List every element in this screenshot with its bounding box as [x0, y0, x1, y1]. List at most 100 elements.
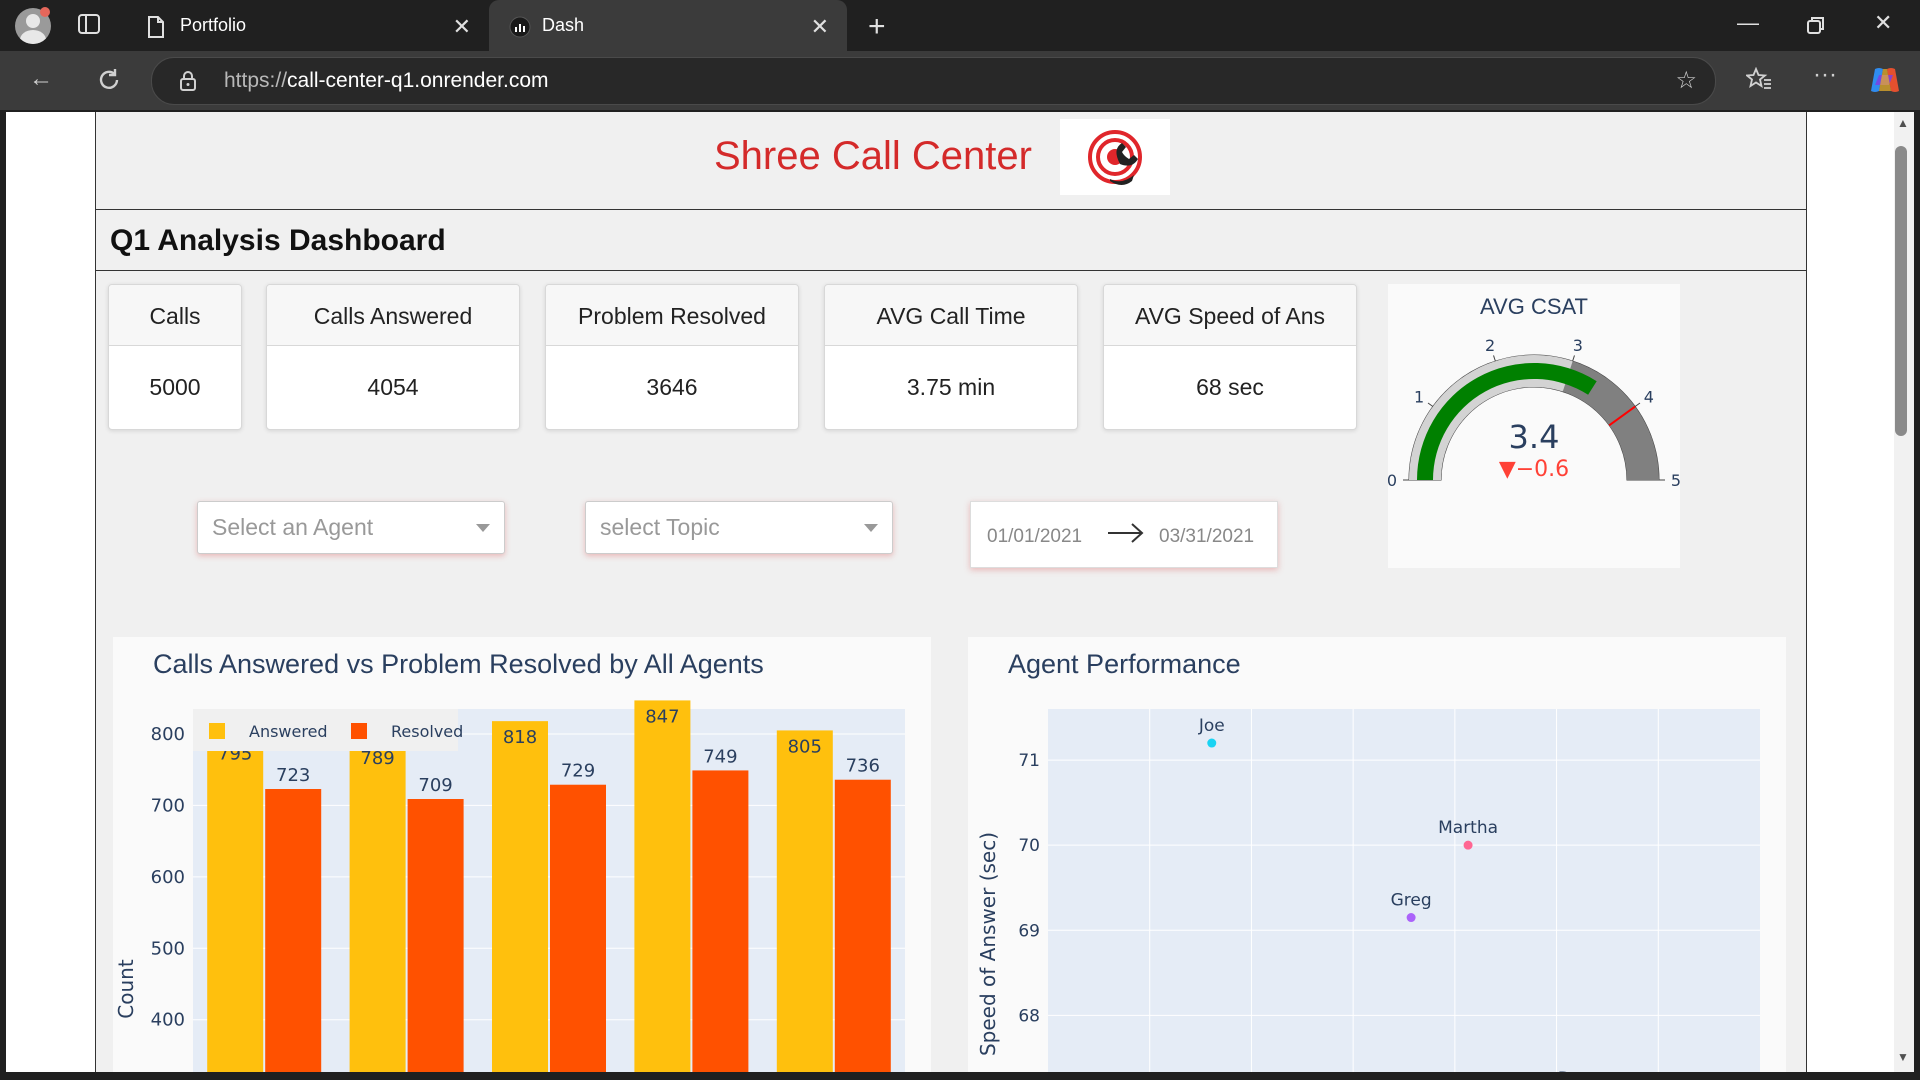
bar-resolved	[407, 799, 464, 1072]
dashboard-subtitle: Q1 Analysis Dashboard	[110, 224, 446, 257]
scatter-y-tick-label: 71	[1018, 751, 1040, 771]
kpi-value: 3.75 min	[906, 374, 996, 400]
kpi-label: Problem Resolved	[546, 285, 798, 346]
gauge-tick	[1427, 402, 1434, 407]
bar-data-label: 805	[788, 736, 822, 757]
scatter-chart-title: Agent Performance	[1008, 649, 1241, 679]
browser-address-bar: ← https://call-center-q1.onrender.com ☆ …	[0, 51, 1920, 110]
new-tab-plus-icon[interactable]: +	[868, 10, 886, 44]
kpi-label: Calls Answered	[267, 285, 519, 346]
minimize-icon[interactable]: —	[1737, 10, 1759, 36]
restore-icon[interactable]	[1807, 16, 1825, 34]
gauge-tick-label: 3	[1573, 336, 1583, 355]
document-icon	[148, 16, 164, 38]
gauge-tick	[1572, 355, 1575, 362]
kpi-value: 4054	[367, 374, 419, 400]
bar-resolved	[265, 789, 322, 1072]
scatter-y-tick-label: 70	[1018, 836, 1040, 856]
bar-legend-label[interactable]: Answered	[249, 722, 328, 741]
gauge-tick-label: 4	[1644, 388, 1654, 407]
profile-notification-dot	[40, 7, 50, 17]
bar-data-label: 723	[276, 765, 310, 786]
arrow-right-icon	[1108, 523, 1144, 543]
kpi-value: 68 sec	[1196, 374, 1264, 400]
bar-chart-title: Calls Answered vs Problem Resolved by Al…	[153, 649, 764, 679]
gauge-title: AVG CSAT	[1480, 294, 1588, 319]
tab-title: Dash	[542, 15, 585, 35]
close-icon[interactable]: ✕	[811, 14, 829, 40]
gauge-tick-label: 0	[1388, 471, 1397, 490]
favorites-icon[interactable]	[1746, 67, 1772, 91]
agent-dropdown-placeholder: Select an Agent	[212, 514, 374, 540]
gauge-tick-label: 1	[1414, 388, 1424, 407]
more-options-icon[interactable]: ···	[1813, 61, 1837, 89]
call-center-logo-icon	[1060, 119, 1170, 195]
bar-chart: 300400500600700800Count79578981884780572…	[114, 700, 905, 1072]
scatter-chart: 6768697071Speed of Answer (sec)JoeMartha…	[976, 709, 1760, 1072]
gauge-tick-label: 2	[1485, 336, 1495, 355]
bar-data-label: 847	[645, 706, 679, 727]
bar-data-label: 736	[846, 756, 880, 777]
subtitle-band: Q1 Analysis Dashboard	[96, 210, 1806, 271]
chevron-down-icon[interactable]	[476, 524, 490, 532]
close-icon[interactable]: ✕	[453, 14, 471, 40]
scroll-up-icon[interactable]: ▲	[1897, 116, 1909, 130]
bar-chart-card: Calls Answered vs Problem Resolved by Al…	[113, 637, 931, 1072]
bar-y-tick-label: 500	[151, 938, 185, 959]
bar-resolved	[692, 770, 749, 1072]
gauge-value: 3.4	[1509, 418, 1560, 456]
bar-answered	[492, 721, 548, 1072]
url-text: https://call-center-q1.onrender.com	[224, 69, 549, 92]
scatter-y-axis-label: Speed of Answer (sec)	[976, 832, 1000, 1056]
back-arrow-icon[interactable]: ←	[29, 65, 53, 93]
scatter-point-greg	[1406, 913, 1416, 923]
scroll-thumb[interactable]	[1895, 146, 1907, 436]
scatter-point-martha	[1463, 840, 1473, 850]
csat-gauge-card: AVG CSAT 0 1 2 3 4 5 3.4 ▼−0.6	[1387, 284, 1681, 568]
scroll-down-icon[interactable]: ▼	[1897, 1050, 1909, 1064]
window-close-icon[interactable]: ✕	[1874, 10, 1892, 36]
company-title: Shree Call Center	[714, 134, 1032, 178]
kpi-card-avg-call-time: AVG Call Time 3.75 min	[824, 284, 1078, 430]
bar-legend-label[interactable]: Resolved	[391, 722, 463, 741]
bar-y-tick-label: 600	[151, 867, 185, 888]
bar-answered	[349, 741, 406, 1072]
kpi-card-avg-speed-of-ans: AVG Speed of Ans 68 sec	[1103, 284, 1357, 430]
window-bottom-edge	[0, 1072, 1920, 1080]
kpi-card-problem-resolved: Problem Resolved 3646	[545, 284, 799, 430]
dashboard-container: Shree Call Center Q1 Analysis Dashboard …	[95, 112, 1807, 1072]
favorite-star-icon[interactable]: ☆	[1675, 66, 1697, 95]
scatter-point-label: Joe	[1198, 716, 1225, 736]
bar-data-label: 818	[503, 727, 537, 748]
page-viewport: Shree Call Center Q1 Analysis Dashboard …	[6, 112, 1894, 1072]
chevron-down-icon[interactable]	[864, 524, 878, 532]
scatter-y-tick-label: 69	[1018, 921, 1040, 941]
scatter-point-label: Martha	[1438, 818, 1498, 838]
url-bar[interactable]: https://call-center-q1.onrender.com ☆	[151, 57, 1716, 105]
tab-actions-icon[interactable]	[78, 14, 100, 34]
topic-dropdown[interactable]: select Topic	[585, 501, 893, 554]
bar-legend-swatch[interactable]	[209, 723, 225, 739]
gauge-tick	[1493, 355, 1496, 362]
gauge-delta: ▼−0.6	[1499, 457, 1569, 482]
scatter-y-tick-label: 68	[1018, 1006, 1040, 1026]
reload-icon[interactable]	[96, 67, 122, 93]
copilot-icon[interactable]	[1869, 65, 1901, 95]
start-date-input[interactable]: 01/01/2021	[987, 526, 1082, 548]
scatter-point-label: Greg	[1391, 891, 1432, 911]
page-scrollbar[interactable]: ▲ ▼	[1894, 112, 1914, 1072]
kpi-label: Calls	[109, 285, 241, 346]
tab-dash[interactable]: Dash ✕	[489, 0, 847, 51]
bar-data-label: 749	[703, 746, 737, 767]
bar-legend-swatch[interactable]	[351, 723, 367, 739]
agent-dropdown[interactable]: Select an Agent	[197, 501, 505, 554]
tab-title: Portfolio	[180, 15, 247, 35]
bar-y-tick-label: 700	[151, 795, 185, 816]
dash-favicon-icon	[509, 16, 531, 38]
lock-icon[interactable]	[179, 70, 197, 92]
topic-dropdown-placeholder: select Topic	[600, 514, 720, 540]
tab-portfolio[interactable]: Portfolio ✕	[127, 0, 489, 51]
bar-data-label: 789	[360, 748, 394, 769]
bar-y-tick-label: 400	[151, 1010, 185, 1031]
end-date-input[interactable]: 03/31/2021	[1159, 526, 1254, 548]
